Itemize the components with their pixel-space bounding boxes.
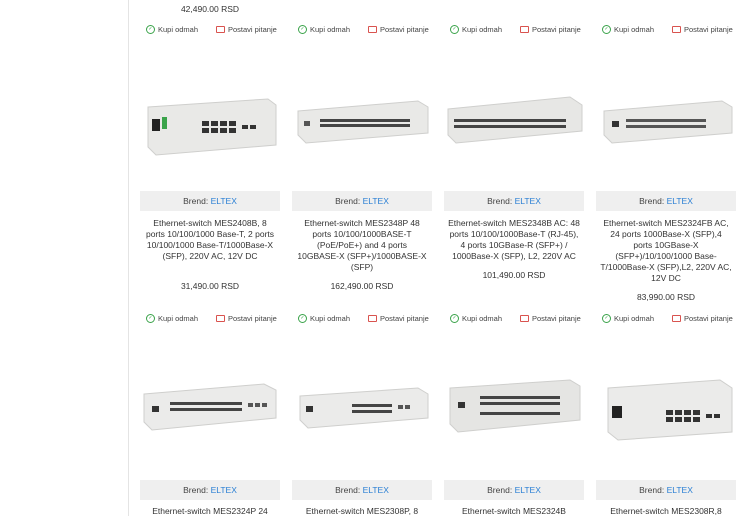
cart-icon: ✓ [298,314,307,323]
product-image[interactable] [444,372,584,452]
ask-question-button[interactable]: Postavi pitanje [520,25,581,34]
ask-question-button[interactable]: Postavi pitanje [672,25,733,34]
brand-link[interactable]: ELTEX [667,196,693,206]
product-actions: ✓ Kupi odmah Postavi pitanje [602,25,749,37]
product-title[interactable]: Ethernet-switch MES2408B, 8 ports 10/100… [144,218,276,262]
cart-icon: ✓ [450,25,459,34]
product-title[interactable]: Ethernet-switch MES2308P, 8 [296,506,428,517]
ask-question-button[interactable]: Postavi pitanje [368,314,429,323]
ask-question-button[interactable]: Postavi pitanje [672,314,733,323]
cart-icon: ✓ [602,314,611,323]
product-brand: Brend: ELTEX [596,480,736,500]
product-image[interactable] [292,85,432,165]
product-title[interactable]: Ethernet-switch MES2308R,8 [600,506,732,517]
buy-now-button[interactable]: ✓ Kupi odmah [146,314,198,323]
product-title[interactable]: Ethernet-switch MES2324FB AC, 24 ports 1… [600,218,732,284]
cart-icon: ✓ [146,25,155,34]
product-actions: ✓ Kupi odmah Postavi pitanje [146,314,298,326]
product-brand: Brend: ELTEX [292,191,432,211]
mail-icon [368,315,377,322]
product-actions: ✓ Kupi odmah Postavi pitanje [602,314,749,326]
cart-icon: ✓ [450,314,459,323]
product-title[interactable]: Ethernet-switch MES2348P 48 ports 10/100… [296,218,428,273]
product-brand: Brend: ELTEX [292,480,432,500]
brand-link[interactable]: ELTEX [211,485,237,495]
brand-link[interactable]: ELTEX [515,485,541,495]
buy-now-button[interactable]: ✓ Kupi odmah [450,25,502,34]
cart-icon: ✓ [146,314,155,323]
product-price: 31,490.00 RSD [180,281,240,291]
mail-icon [216,315,225,322]
cart-icon: ✓ [298,25,307,34]
product-brand: Brend: ELTEX [140,191,280,211]
ask-question-button[interactable]: Postavi pitanje [216,314,277,323]
product-image[interactable] [292,372,432,452]
buy-now-button[interactable]: ✓ Kupi odmah [602,314,654,323]
product-image[interactable] [596,85,736,165]
product-actions: ✓ Kupi odmah Postavi pitanje [298,25,450,37]
mail-icon [672,315,681,322]
buy-now-button[interactable]: ✓ Kupi odmah [450,314,502,323]
product-brand: Brend: ELTEX [596,191,736,211]
product-image[interactable] [444,85,584,165]
product-price: 42,490.00 RSD [180,4,240,14]
ask-question-button[interactable]: Postavi pitanje [520,314,581,323]
cart-icon: ✓ [602,25,611,34]
ask-question-button[interactable]: Postavi pitanje [368,25,429,34]
brand-link[interactable]: ELTEX [363,196,389,206]
brand-link[interactable]: ELTEX [515,196,541,206]
product-actions: ✓ Kupi odmah Postavi pitanje [298,314,450,326]
product-title[interactable]: Ethernet-switch MES2348B AC: 48 ports 10… [448,218,580,262]
product-grid: 42,490.00 RSD ✓ Kupi odmah Postavi pitanj… [0,0,749,516]
product-image[interactable] [140,372,280,452]
product-brand: Brend: ELTEX [444,480,584,500]
mail-icon [520,26,529,33]
product-actions: ✓ Kupi odmah Postavi pitanje [146,25,298,37]
product-actions: ✓ Kupi odmah Postavi pitanje [450,314,602,326]
product-title[interactable]: Ethernet-switch MES2324B [448,506,580,517]
brand-link[interactable]: ELTEX [211,196,237,206]
product-price: 162,490.00 RSD [330,281,394,291]
product-price: 101,490.00 RSD [482,270,546,280]
mail-icon [672,26,681,33]
product-title[interactable]: Ethernet-switch MES2324P 24 [144,506,276,517]
product-image[interactable] [596,366,736,446]
buy-now-button[interactable]: ✓ Kupi odmah [602,25,654,34]
buy-now-button[interactable]: ✓ Kupi odmah [298,25,350,34]
mail-icon [520,315,529,322]
mail-icon [216,26,225,33]
buy-now-button[interactable]: ✓ Kupi odmah [146,25,198,34]
ask-question-button[interactable]: Postavi pitanje [216,25,277,34]
product-brand: Brend: ELTEX [444,191,584,211]
product-image[interactable] [140,85,280,165]
buy-now-button[interactable]: ✓ Kupi odmah [298,314,350,323]
brand-link[interactable]: ELTEX [667,485,693,495]
product-actions: ✓ Kupi odmah Postavi pitanje [450,25,602,37]
mail-icon [368,26,377,33]
brand-link[interactable]: ELTEX [363,485,389,495]
product-price: 83,990.00 RSD [636,292,696,302]
product-brand: Brend: ELTEX [140,480,280,500]
